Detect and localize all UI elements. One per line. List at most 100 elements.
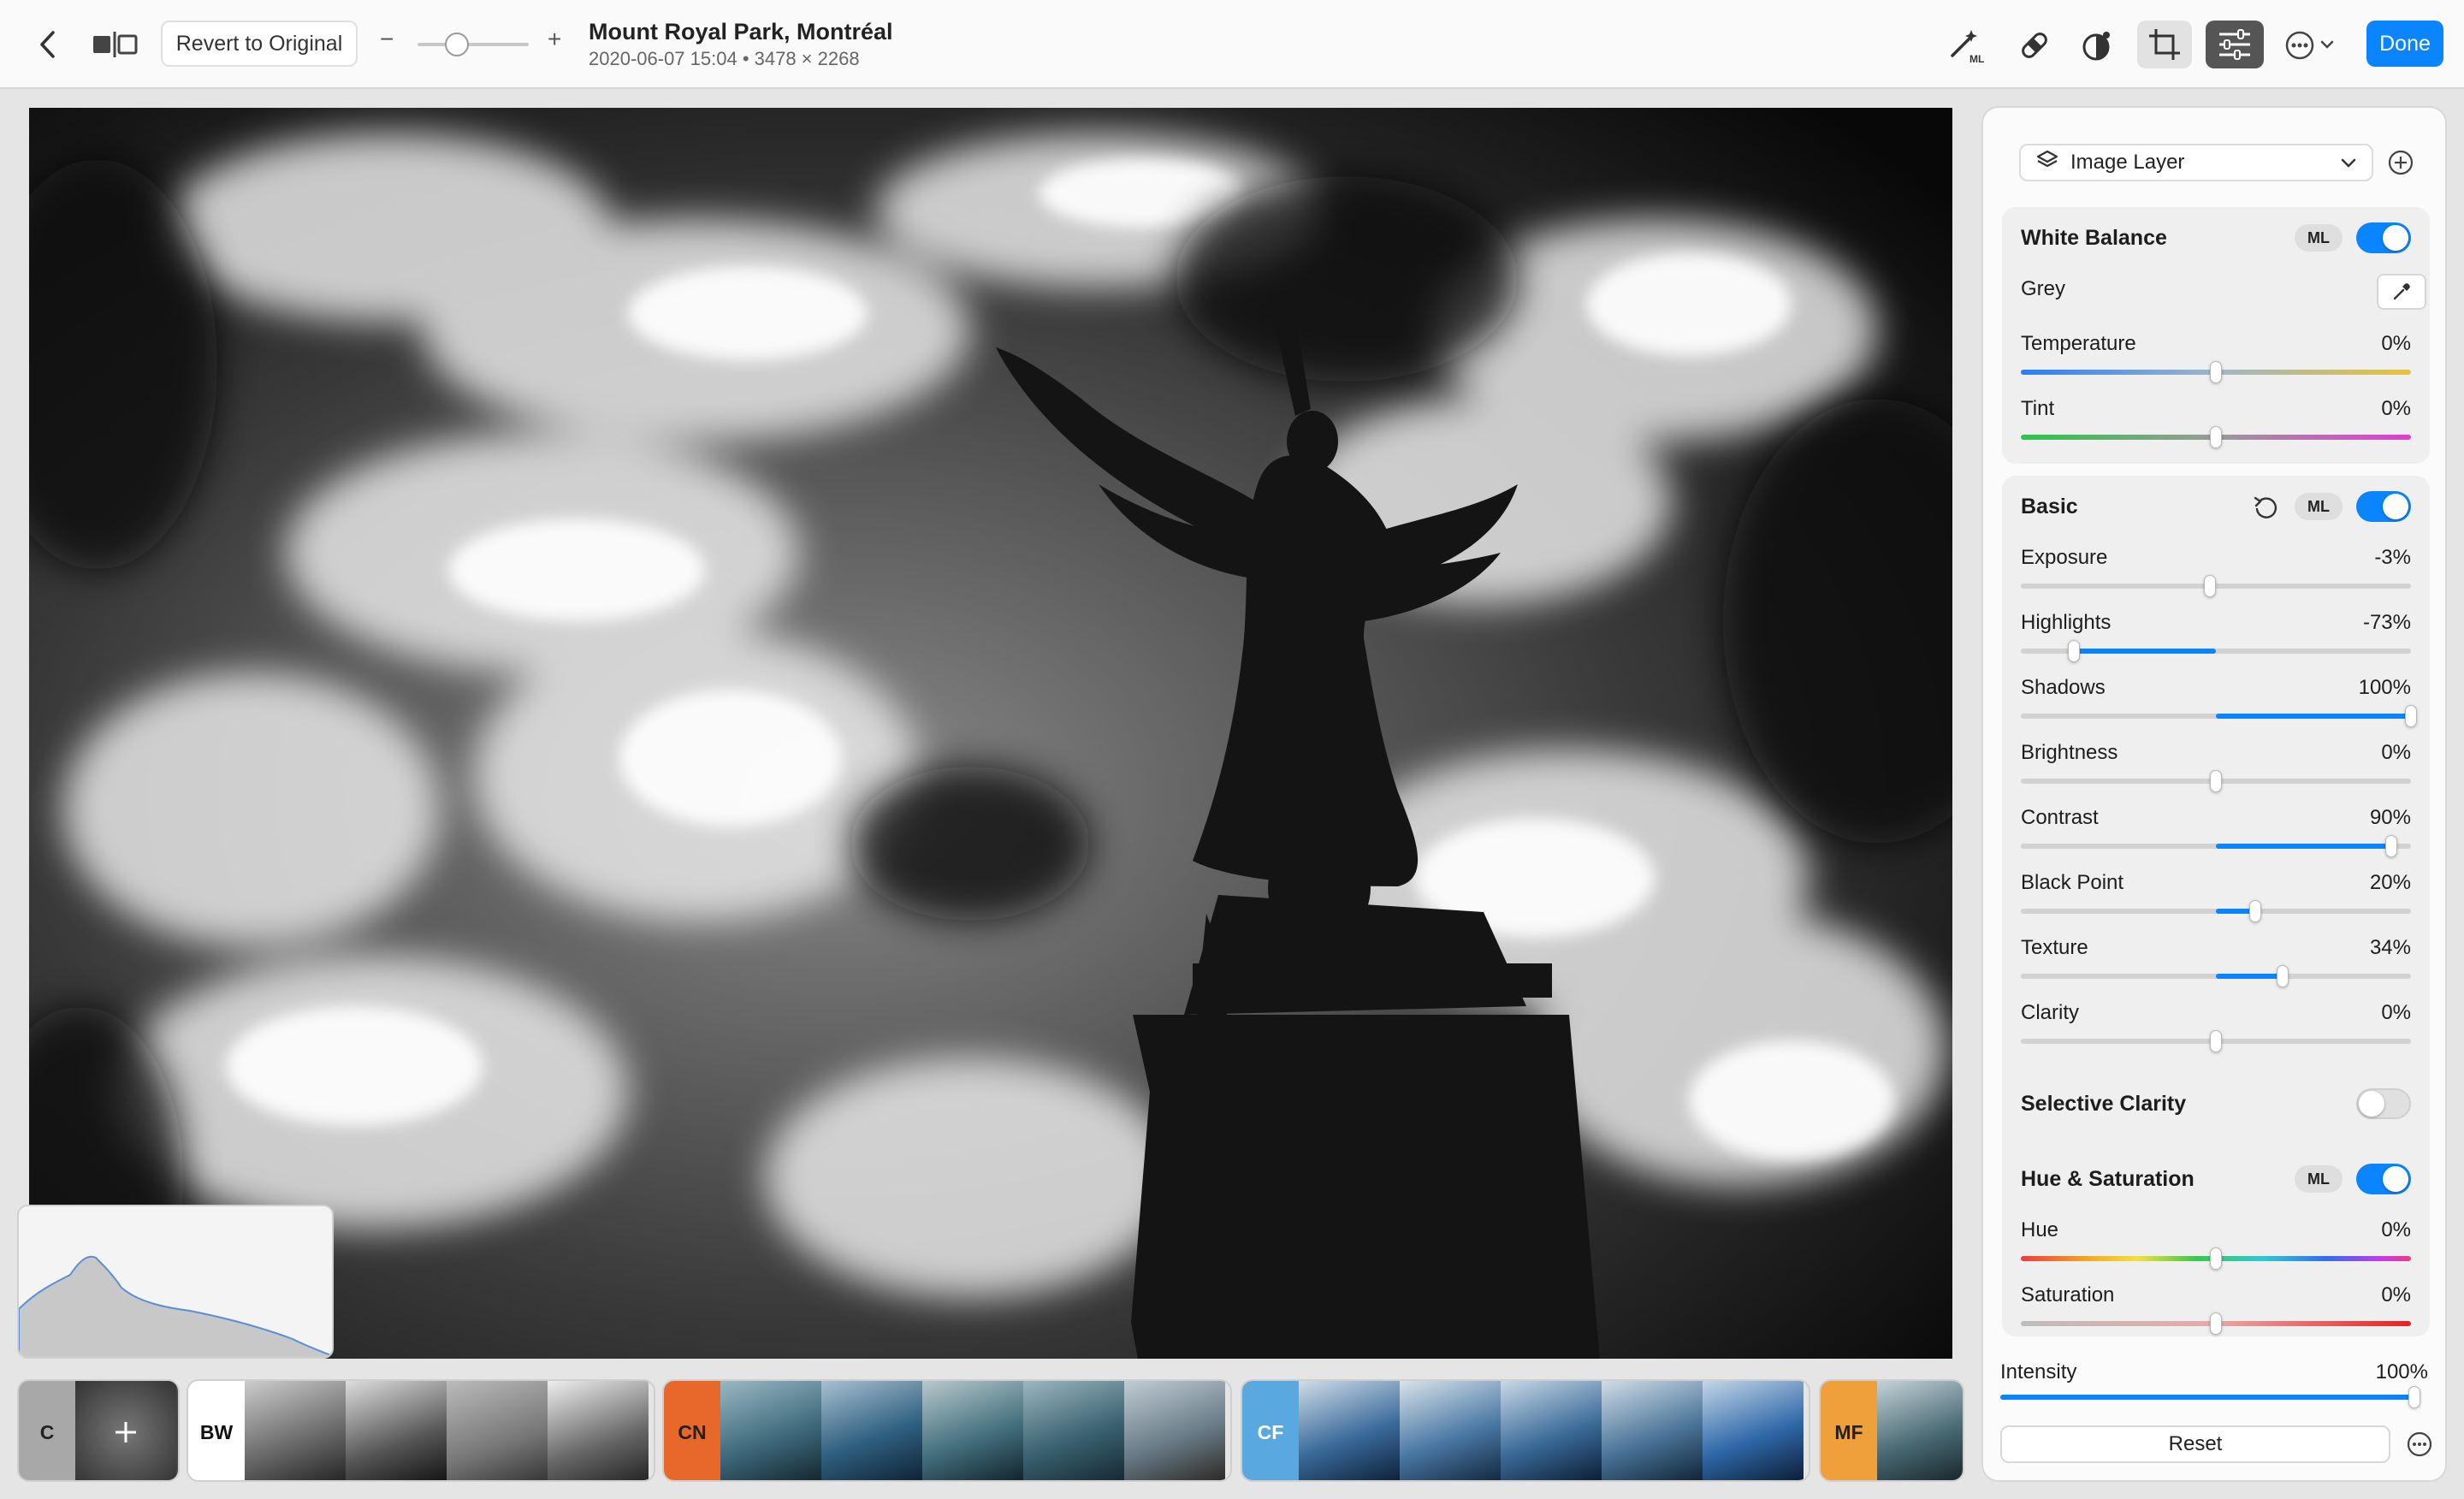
clarity-slider[interactable] — [2021, 1030, 2411, 1052]
black-point-slider[interactable] — [2021, 900, 2411, 922]
slider-knob[interactable] — [2276, 965, 2289, 987]
histogram-graph — [19, 1255, 332, 1357]
preset-group-cf[interactable]: CF — [1241, 1379, 1810, 1482]
revert-to-original-button[interactable]: Revert to Original — [161, 21, 358, 67]
zoom-in-button[interactable]: + — [548, 26, 561, 53]
slider-knob[interactable] — [2067, 640, 2080, 662]
preset-thumb[interactable] — [346, 1381, 447, 1480]
retouch-bandage-icon[interactable] — [2011, 24, 2058, 67]
tint-label: Tint — [2021, 397, 2055, 420]
white-balance-toggle[interactable] — [2356, 222, 2411, 253]
contrast-slider[interactable] — [2021, 835, 2411, 857]
temperature-slider[interactable] — [2021, 361, 2411, 383]
reset-icon[interactable] — [2252, 495, 2279, 526]
slider-knob[interactable] — [2248, 900, 2261, 922]
hue-slider[interactable] — [2021, 1247, 2411, 1270]
selective-clarity-toggle[interactable] — [2356, 1088, 2411, 1119]
clarity-value: 0% — [2381, 1001, 2411, 1024]
preset-thumb[interactable] — [720, 1381, 821, 1480]
basic-toggle[interactable] — [2356, 491, 2411, 522]
add-layer-icon[interactable] — [2387, 149, 2414, 181]
highlights-label: Highlights — [2021, 611, 2112, 634]
effects-icon[interactable] — [2072, 24, 2120, 67]
brightness-slider[interactable] — [2021, 770, 2411, 792]
zoom-out-button[interactable]: − — [380, 26, 394, 53]
slider-knob[interactable] — [2405, 705, 2417, 727]
preset-thumb[interactable] — [1124, 1381, 1225, 1480]
done-button[interactable]: Done — [2366, 21, 2443, 67]
saturation-label: Saturation — [2021, 1283, 2115, 1306]
tint-slider[interactable] — [2021, 426, 2411, 448]
slider-knob[interactable] — [2210, 1030, 2222, 1052]
preset-group-bw[interactable]: BW — [187, 1379, 655, 1482]
preset-group-cn[interactable]: CN — [662, 1379, 1232, 1482]
preset-thumb[interactable] — [1501, 1381, 1602, 1480]
more-options-icon[interactable] — [2406, 1431, 2433, 1462]
brightness-value: 0% — [2381, 741, 2411, 764]
slider-knob[interactable] — [2210, 1312, 2222, 1335]
saturation-slider[interactable] — [2021, 1312, 2411, 1335]
shadows-slider[interactable] — [2021, 705, 2417, 727]
selective-clarity-title: Selective Clarity — [2021, 1092, 2187, 1116]
preset-label-mf: MF — [1821, 1381, 1877, 1480]
exposure-value: -3% — [2374, 546, 2411, 569]
preset-thumb[interactable] — [1400, 1381, 1501, 1480]
white-balance-title: White Balance — [2021, 226, 2167, 250]
preset-group-mf[interactable]: MF — [1819, 1379, 1964, 1482]
contrast-value: 90% — [2369, 806, 2411, 829]
eyedropper-icon[interactable] — [2377, 274, 2426, 310]
hue-saturation-toggle[interactable] — [2356, 1164, 2411, 1194]
preset-thumb[interactable] — [1023, 1381, 1124, 1480]
texture-slider[interactable] — [2021, 965, 2411, 987]
hue-saturation-ml-button[interactable]: ML — [2295, 1165, 2343, 1193]
adjustments-panel: Image Layer White Balance ML Grey Temper… — [1981, 106, 2447, 1482]
preset-thumb[interactable] — [1299, 1381, 1400, 1480]
slider-knob[interactable] — [2210, 361, 2222, 383]
photo-canvas[interactable] — [29, 108, 1952, 1359]
brightness-label: Brightness — [2021, 741, 2118, 764]
preset-add-slot[interactable] — [75, 1381, 178, 1480]
preset-group-c[interactable]: C — [17, 1379, 180, 1482]
add-preset-icon[interactable] — [75, 1381, 176, 1480]
preset-thumb[interactable] — [1602, 1381, 1703, 1480]
basic-title: Basic — [2021, 495, 2078, 518]
adjustments-icon[interactable] — [2206, 21, 2264, 68]
preset-thumb[interactable] — [447, 1381, 548, 1480]
ml-magic-wand-icon[interactable]: ML — [1942, 24, 1990, 67]
svg-text:ML: ML — [1969, 53, 1984, 64]
exposure-label: Exposure — [2021, 546, 2108, 569]
exposure-slider[interactable] — [2021, 575, 2411, 597]
preset-thumb[interactable] — [821, 1381, 922, 1480]
basic-ml-button[interactable]: ML — [2295, 493, 2343, 520]
intensity-slider[interactable] — [2000, 1386, 2420, 1408]
white-balance-ml-button[interactable]: ML — [2295, 224, 2343, 252]
compare-icon[interactable] — [91, 27, 139, 62]
texture-label: Texture — [2021, 936, 2088, 959]
preset-thumb[interactable] — [1703, 1381, 1804, 1480]
preset-thumb[interactable] — [548, 1381, 649, 1480]
hue-saturation-section: Hue & Saturation ML Hue 0% Saturation 0% — [2002, 1148, 2430, 1336]
back-icon[interactable] — [31, 26, 65, 63]
selective-clarity-section: Selective Clarity — [2002, 1071, 2430, 1136]
shadows-value: 100% — [2358, 676, 2411, 699]
zoom-slider-thumb[interactable] — [445, 33, 469, 56]
slider-knob[interactable] — [2385, 835, 2398, 857]
slider-knob[interactable] — [2204, 575, 2217, 597]
more-icon[interactable] — [2283, 24, 2341, 67]
preset-thumb[interactable] — [245, 1381, 346, 1480]
slider-fill — [2216, 714, 2411, 719]
slider-knob[interactable] — [2210, 770, 2222, 792]
layer-selector[interactable]: Image Layer — [2019, 144, 2373, 181]
slider-knob[interactable] — [2210, 426, 2222, 448]
highlights-value: -73% — [2362, 611, 2411, 634]
preset-thumb[interactable] — [1877, 1381, 1963, 1480]
tint-value: 0% — [2381, 397, 2411, 420]
crop-icon[interactable] — [2137, 21, 2192, 68]
zoom-slider-track[interactable] — [418, 43, 529, 46]
highlights-slider[interactable] — [2021, 640, 2411, 662]
reset-button[interactable]: Reset — [2000, 1425, 2390, 1463]
slider-knob[interactable] — [2408, 1386, 2420, 1408]
slider-knob[interactable] — [2210, 1247, 2222, 1270]
photo-metadata: 2020-06-07 15:04 • 3478 × 2268 — [589, 48, 860, 69]
preset-thumb[interactable] — [922, 1381, 1023, 1480]
